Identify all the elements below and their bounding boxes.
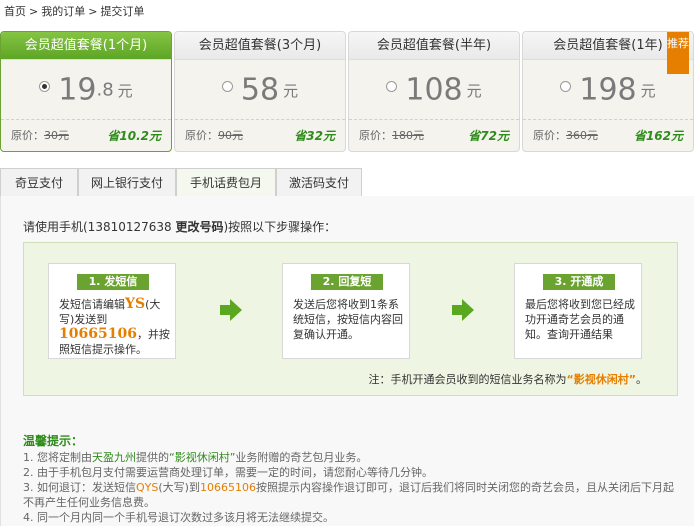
tip-text: 1. 您将定制由 [23,451,92,464]
plan-radio[interactable] [560,81,572,92]
step-reply-sms: 2. 回复短 发送后您将收到1条系统短信，按短信内容回复确认开通。 [282,263,410,359]
plan-price: 108 [405,72,463,108]
breadcrumb: 首页 > 我的订单 > 提交订单 [4,3,147,19]
instruction-prefix: 请使用手机(13810127638 [23,220,176,234]
plan-price-row: 198 元 [523,60,693,120]
plan-unit: 元 [117,81,133,100]
plan-price-row: 108 元 [349,60,519,120]
plan-footer: 原价：90元 省32元 [175,119,345,151]
tab-qidou-pay[interactable]: 奇豆支付 [0,168,78,197]
plan-radio[interactable] [39,81,51,92]
plan-price-row: 19.8 元 [1,60,171,120]
orig-label: 原价： [11,129,44,142]
tip-line: 1. 您将定制由天盈九州提供的“影视休闲村”业务附赠的奇艺包月业务。 [23,450,683,465]
provider-name: 天盈九州 [92,451,136,464]
step-text: 最后您将收到您已经成功开通奇艺会员的通知。查询开通结果 [525,298,635,341]
plan-footer: 原价：180元 省72元 [349,119,519,151]
breadcrumb-home-link[interactable]: 首页 [4,5,26,18]
plan-price: 19 [58,72,97,108]
steps-box: 1. 发短信 发短信请编辑YS(大写)发送到10665106，并按照短信提示操作… [23,242,678,396]
save-amount: 省162元 [633,129,683,143]
tip-text: (大写)到 [158,481,200,494]
unsubscribe-keyword: QYS [136,481,159,494]
plan-footer: 原价：360元 省162元 [523,119,693,151]
tip-text: 业务附赠的奇艺包月业务。 [235,451,368,464]
sms-keyword: YS [125,296,146,312]
payment-tabs: 奇豆支付 网上银行支付 手机话费包月 激活码支付 [0,168,694,197]
tip-line: 4. 同一个月内同一个手机号退订次数过多该月将无法继续提交。 [23,511,334,524]
plan-title: 会员超值套餐(1个月) [1,32,171,60]
plan-footer: 原价：30元 省10.2元 [1,119,171,151]
plan-card-1-year[interactable]: 会员超值套餐(1年) 推荐 198 元 原价：360元 省162元 [522,31,694,152]
plan-list: 会员超值套餐(1个月) 19.8 元 原价：30元 省10.2元 会员超值套餐(3… [0,31,694,155]
plan-title: 会员超值套餐(半年) [349,32,519,60]
step-title: 1. 发短信 [77,274,149,290]
step-activation-success: 3. 开通成 最后您将收到您已经成功开通奇艺会员的通知。查询开通结果 [514,263,642,359]
service-name: “影视休闲村” [566,373,636,386]
plan-card-half-year[interactable]: 会员超值套餐(半年) 108 元 原价：180元 省72元 [348,31,520,152]
instruction-text: 请使用手机(13810127638 更改号码)按照以下步骤操作： [23,218,336,235]
plan-radio[interactable] [221,81,233,92]
change-number-link[interactable]: 更改号码 [175,220,223,234]
tab-activation-code[interactable]: 激活码支付 [276,168,362,197]
orig-label: 原价： [185,129,218,142]
save-amount: 省10.2元 [107,129,161,143]
step-title: 3. 开通成 [543,274,615,290]
breadcrumb-orders-link[interactable]: 我的订单 [41,5,85,18]
step-text: 发送后您将收到1条系统短信，按短信内容回复确认开通。 [293,298,403,341]
service-name: “影视休闲村” [169,451,236,464]
breadcrumb-separator: > [29,5,39,18]
note-suffix: 。 [636,373,647,386]
tips-section: 温馨提示： 1. 您将定制由天盈九州提供的“影视休闲村”业务附赠的奇艺包月业务。… [23,434,683,525]
plan-radio[interactable] [386,81,398,92]
plan-card-3-months[interactable]: 会员超值套餐(3个月) 58 元 原价：90元 省32元 [174,31,346,152]
orig-label: 原价： [533,129,566,142]
save-amount: 省72元 [468,129,509,143]
plan-price: 58 [240,72,280,108]
tips-title: 温馨提示： [23,434,84,448]
save-amount: 省32元 [294,129,335,143]
payment-panel: 请使用手机(13810127638 更改号码)按照以下步骤操作： 1. 发短信 … [0,196,694,526]
tab-online-bank[interactable]: 网上银行支付 [78,168,176,197]
breadcrumb-separator: > [88,5,98,18]
orig-price: 30元 [44,129,69,142]
tip-text: 3. 如何退订：发送短信 [23,481,136,494]
plan-price-decimal: .8 [96,79,114,101]
breadcrumb-current: 提交订单 [100,5,145,18]
tip-line: 3. 如何退订：发送短信QYS(大写)到10665106按照提示内容操作退订即可… [23,480,683,510]
plan-unit: 元 [466,81,482,100]
plan-unit: 元 [640,81,656,100]
step-text: 发短信请编辑YS(大写)发送到10665106，并按照短信提示操作。 [59,297,171,357]
step-title: 2. 回复短 [311,274,383,290]
tip-line: 2. 由于手机包月支付需要运营商处理订单，需要一定的时间，请您耐心等待几分钟。 [23,466,433,479]
note-prefix: 注：手机开通会员收到的短信业务名称为 [368,373,567,386]
tip-text: 提供的 [136,451,169,464]
step-text-part: 发短信请编辑 [59,298,125,311]
sms-number: 10665106 [59,326,137,342]
sms-number: 10665106 [199,481,256,494]
orig-label: 原价： [359,129,392,142]
plan-title: 会员超值套餐(3个月) [175,32,345,60]
orig-price: 90元 [218,129,243,142]
step-send-sms: 1. 发短信 发短信请编辑YS(大写)发送到10665106，并按照短信提示操作… [48,263,176,359]
plan-unit: 元 [283,81,299,100]
steps-note: 注：手机开通会员收到的短信业务名称为“影视休闲村”。 [369,371,647,387]
arrow-right-icon [220,299,242,321]
plan-card-1-month[interactable]: 会员超值套餐(1个月) 19.8 元 原价：30元 省10.2元 [0,31,172,152]
plan-price-row: 58 元 [175,60,345,120]
arrow-right-icon [452,299,474,321]
tab-mobile-monthly[interactable]: 手机话费包月 [176,168,276,197]
orig-price: 360元 [566,129,598,142]
orig-price: 180元 [392,129,424,142]
instruction-suffix: )按照以下步骤操作： [223,220,337,234]
plan-price: 198 [579,72,637,108]
